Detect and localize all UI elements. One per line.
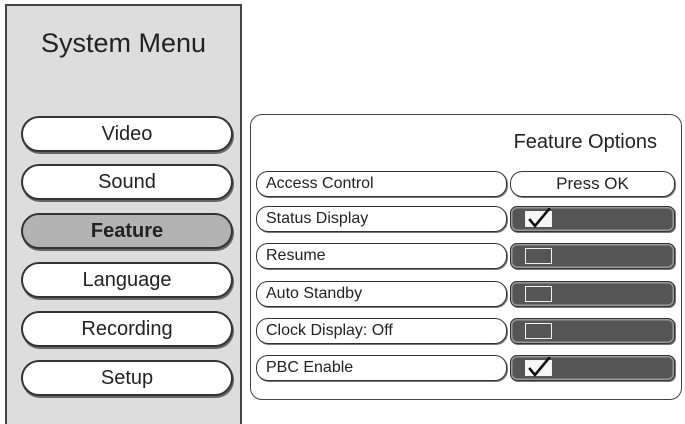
option-label: Access Control — [266, 175, 374, 192]
menu-item-label: Sound — [98, 171, 156, 193]
panel-title: Feature Options — [513, 131, 657, 153]
pbc-enable-toggle[interactable] — [510, 355, 675, 381]
option-auto-standby[interactable]: Auto Standby — [256, 281, 507, 307]
feature-options-panel: Feature Options Access Control Press OK … — [250, 114, 682, 400]
option-label: Status Display — [266, 210, 369, 227]
checkmark-icon — [525, 357, 552, 378]
option-label: PBC Enable — [266, 359, 354, 376]
access-control-press-ok-button[interactable]: Press OK — [510, 171, 675, 197]
auto-standby-toggle[interactable] — [510, 281, 675, 307]
menu-item-setup[interactable]: Setup — [21, 360, 233, 396]
menu-item-feature[interactable]: Feature — [21, 213, 233, 249]
option-value: Press OK — [556, 174, 629, 193]
menu-item-recording[interactable]: Recording — [21, 311, 233, 347]
option-label: Resume — [266, 247, 326, 264]
option-label: Auto Standby — [266, 285, 363, 302]
menu-item-label: Setup — [100, 367, 154, 389]
menu-item-label: Video — [101, 123, 153, 145]
checkmark-icon — [525, 208, 552, 229]
empty-checkbox-icon — [525, 323, 552, 339]
sidebar-title: System Menu — [40, 28, 207, 58]
option-resume[interactable]: Resume — [256, 243, 507, 269]
option-status-display[interactable]: Status Display — [256, 206, 507, 232]
menu-item-sound[interactable]: Sound — [21, 164, 233, 200]
menu-item-label: Recording — [81, 318, 173, 340]
system-menu-sidebar: System Menu Video Sound Feature Language… — [5, 4, 242, 424]
option-pbc-enable[interactable]: PBC Enable — [256, 355, 507, 381]
status-display-toggle[interactable] — [510, 206, 675, 232]
menu-item-label: Feature — [90, 220, 164, 242]
empty-checkbox-icon — [525, 248, 552, 264]
option-access-control[interactable]: Access Control — [256, 171, 507, 197]
menu-item-label: Language — [82, 269, 172, 291]
option-clock-display[interactable]: Clock Display: Off — [256, 318, 507, 344]
empty-checkbox-icon — [525, 286, 552, 302]
clock-display-toggle[interactable] — [510, 318, 675, 344]
option-label: Clock Display: Off — [266, 322, 393, 339]
menu-item-language[interactable]: Language — [21, 262, 233, 298]
resume-toggle[interactable] — [510, 243, 675, 269]
menu-item-video[interactable]: Video — [21, 116, 233, 152]
